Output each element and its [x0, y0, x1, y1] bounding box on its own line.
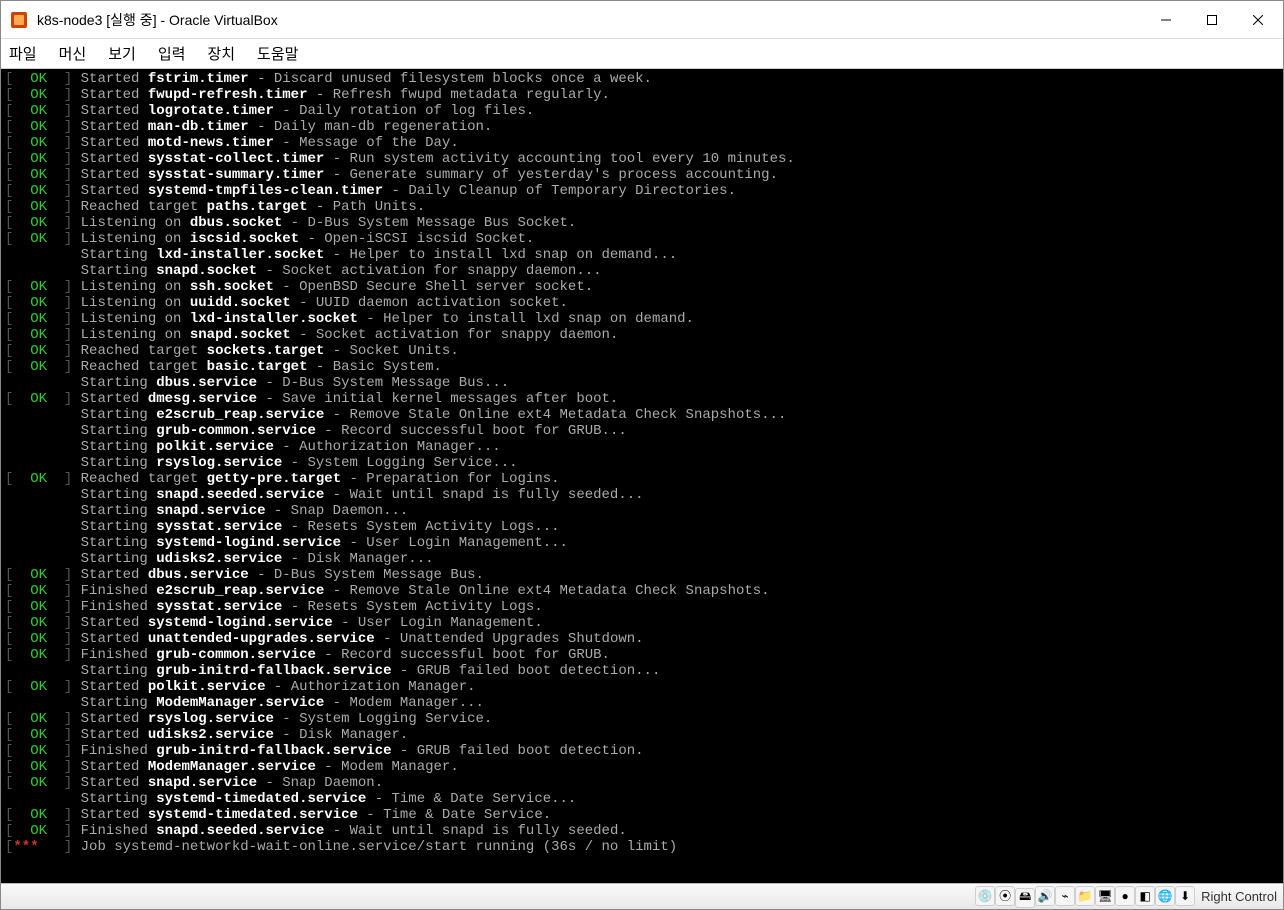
folder-icon[interactable]: 📁	[1075, 886, 1095, 906]
network-icon[interactable]: 🌐	[1155, 886, 1175, 906]
log-line: [ OK ] Finished sysstat.service - Resets…	[5, 599, 1279, 615]
app-icon	[9, 10, 29, 30]
log-line: [ OK ] Started sysstat-collect.timer - R…	[5, 151, 1279, 167]
log-line: Starting grub-initrd-fallback.service - …	[5, 663, 1279, 679]
log-line: [ OK ] Listening on iscsid.socket - Open…	[5, 231, 1279, 247]
menu-file[interactable]: 파일	[9, 43, 37, 64]
menu-view[interactable]: 보기	[108, 43, 136, 64]
vm-console[interactable]: [ OK ] Started fstrim.timer - Discard un…	[1, 69, 1283, 883]
log-line: [*** ] Job systemd-networkd-wait-online.…	[5, 839, 1279, 855]
log-line: [ OK ] Listening on uuidd.socket - UUID …	[5, 295, 1279, 311]
log-line: Starting polkit.service - Authorization …	[5, 439, 1279, 455]
log-line: [ OK ] Finished grub-initrd-fallback.ser…	[5, 743, 1279, 759]
log-line: [ OK ] Started ModemManager.service - Mo…	[5, 759, 1279, 775]
log-line: [ OK ] Reached target paths.target - Pat…	[5, 199, 1279, 215]
log-line: [ OK ] Finished e2scrub_reap.service - R…	[5, 583, 1279, 599]
log-line: [ OK ] Started logrotate.timer - Daily r…	[5, 103, 1279, 119]
log-line: [ OK ] Listening on snapd.socket - Socke…	[5, 327, 1279, 343]
log-line: Starting lxd-installer.socket - Helper t…	[5, 247, 1279, 263]
window-title-bar: k8s-node3 [실행 중] - Oracle VirtualBox	[1, 1, 1283, 39]
log-line: [ OK ] Started fwupd-refresh.timer - Ref…	[5, 87, 1279, 103]
log-line: Starting udisks2.service - Disk Manager.…	[5, 551, 1279, 567]
log-line: [ OK ] Started sysstat-summary.timer - G…	[5, 167, 1279, 183]
menu-help[interactable]: 도움말	[257, 43, 298, 64]
guest-additions-icon[interactable]: ◧	[1135, 886, 1155, 906]
log-line: Starting systemd-timedated.service - Tim…	[5, 791, 1279, 807]
display-icon[interactable]: 🖥	[1095, 886, 1115, 906]
status-bar: 💿⦿🖴🔊⌁📁🖥●◧🌐⬇ Right Control	[1, 883, 1283, 909]
log-line: Starting systemd-logind.service - User L…	[5, 535, 1279, 551]
log-line: [ OK ] Started motd-news.timer - Message…	[5, 135, 1279, 151]
log-line: [ OK ] Started dmesg.service - Save init…	[5, 391, 1279, 407]
menu-device[interactable]: 장치	[207, 43, 235, 64]
log-line: [ OK ] Reached target sockets.target - S…	[5, 343, 1279, 359]
log-line: [ OK ] Started polkit.service - Authoriz…	[5, 679, 1279, 695]
log-line: Starting grub-common.service - Record su…	[5, 423, 1279, 439]
log-line: [ OK ] Listening on dbus.socket - D-Bus …	[5, 215, 1279, 231]
log-line: Starting ModemManager.service - Modem Ma…	[5, 695, 1279, 711]
log-line: [ OK ] Started snapd.service - Snap Daem…	[5, 775, 1279, 791]
close-button[interactable]	[1235, 2, 1281, 38]
window-controls	[1143, 2, 1281, 38]
log-line: [ OK ] Started systemd-tmpfiles-clean.ti…	[5, 183, 1279, 199]
log-line: [ OK ] Listening on lxd-installer.socket…	[5, 311, 1279, 327]
log-line: [ OK ] Finished snapd.seeded.service - W…	[5, 823, 1279, 839]
disk-icon[interactable]: 🖴	[1015, 888, 1035, 908]
log-line: [ OK ] Started dbus.service - D-Bus Syst…	[5, 567, 1279, 583]
cd-icon[interactable]: ⦿	[995, 886, 1015, 906]
log-line: [ OK ] Started rsyslog.service - System …	[5, 711, 1279, 727]
log-line: Starting snapd.service - Snap Daemon...	[5, 503, 1279, 519]
minimize-button[interactable]	[1143, 2, 1189, 38]
log-line: Starting snapd.seeded.service - Wait unt…	[5, 487, 1279, 503]
log-line: Starting dbus.service - D-Bus System Mes…	[5, 375, 1279, 391]
log-line: Starting rsyslog.service - System Loggin…	[5, 455, 1279, 471]
log-line: [ OK ] Started fstrim.timer - Discard un…	[5, 71, 1279, 87]
log-line: [ OK ] Started unattended-upgrades.servi…	[5, 631, 1279, 647]
window-title: k8s-node3 [실행 중] - Oracle VirtualBox	[37, 10, 1143, 30]
optical-drive-icon[interactable]: 💿	[975, 886, 995, 906]
log-line: Starting sysstat.service - Resets System…	[5, 519, 1279, 535]
log-line: [ OK ] Reached target getty-pre.target -…	[5, 471, 1279, 487]
menu-machine[interactable]: 머신	[59, 43, 87, 64]
host-key-label: Right Control	[1199, 889, 1277, 904]
log-line: [ OK ] Started systemd-logind.service - …	[5, 615, 1279, 631]
log-line: Starting e2scrub_reap.service - Remove S…	[5, 407, 1279, 423]
keyboard-capture-icon[interactable]: ⬇	[1175, 886, 1195, 906]
log-line: [ OK ] Reached target basic.target - Bas…	[5, 359, 1279, 375]
maximize-button[interactable]	[1189, 2, 1235, 38]
log-line: [ OK ] Started systemd-timedated.service…	[5, 807, 1279, 823]
audio-icon[interactable]: 🔊	[1035, 886, 1055, 906]
log-line: Starting snapd.socket - Socket activatio…	[5, 263, 1279, 279]
menu-bar: 파일 머신 보기 입력 장치 도움말	[1, 39, 1283, 69]
log-line: [ OK ] Started man-db.timer - Daily man-…	[5, 119, 1279, 135]
log-line: [ OK ] Finished grub-common.service - Re…	[5, 647, 1279, 663]
log-line: [ OK ] Listening on ssh.socket - OpenBSD…	[5, 279, 1279, 295]
usb-icon[interactable]: ⌁	[1055, 886, 1075, 906]
log-line: [ OK ] Started udisks2.service - Disk Ma…	[5, 727, 1279, 743]
record-icon[interactable]: ●	[1115, 886, 1135, 906]
menu-input[interactable]: 입력	[158, 43, 186, 64]
